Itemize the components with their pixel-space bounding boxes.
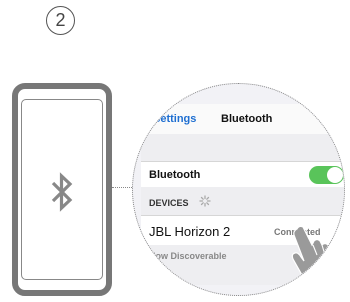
loading-spinner-icon: [199, 195, 211, 207]
zoomed-settings-view: Settings Bluetooth Bluetooth DEVICES JBL…: [132, 83, 345, 296]
bluetooth-icon: [51, 172, 73, 212]
bluetooth-toggle-row: Bluetooth: [141, 161, 344, 189]
phone-speaker: [58, 92, 68, 94]
bluetooth-toggle-switch[interactable]: [309, 166, 344, 184]
discoverable-status-text: Now Discoverable: [149, 251, 227, 261]
smartphone-icon: [12, 83, 112, 296]
device-name: JBL Horizon 2: [149, 224, 231, 239]
settings-back-link[interactable]: Settings: [153, 113, 196, 125]
page-title: Bluetooth: [221, 113, 273, 125]
bluetooth-toggle-label: Bluetooth: [149, 169, 201, 181]
pointing-hand-icon: [291, 225, 338, 283]
navigation-bar: Settings Bluetooth: [141, 104, 344, 135]
devices-section-header: DEVICES: [141, 187, 344, 215]
step-number-badge: 2: [46, 6, 75, 35]
section-spacer: [141, 134, 344, 161]
devices-header-label: DEVICES: [149, 198, 189, 208]
toggle-knob: [327, 167, 343, 183]
phone-screen: [21, 99, 103, 280]
